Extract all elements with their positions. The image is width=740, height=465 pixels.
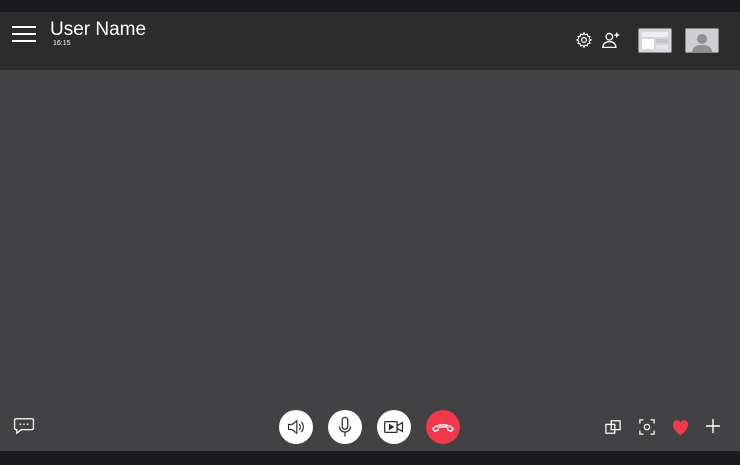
settings-button[interactable] — [573, 29, 595, 51]
screen-share-preview-icon — [639, 29, 671, 52]
screenshot-capture-icon — [639, 419, 655, 435]
more-options-button[interactable] — [703, 416, 723, 436]
phone-hangup-icon — [432, 424, 454, 432]
favorite-button[interactable] — [669, 417, 691, 437]
speaker-button[interactable] — [279, 410, 313, 444]
video-camera-icon — [384, 421, 404, 433]
speaker-icon — [287, 419, 304, 435]
menu-button[interactable] — [11, 23, 37, 45]
end-call-button[interactable] — [426, 410, 460, 444]
top-frame-bar — [0, 0, 740, 12]
screenshot-button[interactable] — [637, 417, 657, 437]
plus-icon — [706, 419, 720, 433]
add-participant-button[interactable] — [600, 29, 622, 51]
microphone-icon — [338, 416, 352, 437]
caller-name: User Name — [50, 19, 147, 40]
chat-button[interactable] — [12, 416, 36, 436]
main-video-area — [0, 70, 740, 451]
picture-in-picture-icon — [605, 420, 621, 434]
picture-in-picture-button[interactable] — [603, 417, 623, 437]
heart-icon — [672, 419, 688, 435]
call-time: 16:15 — [53, 40, 71, 47]
add-user-icon — [602, 32, 620, 49]
microphone-button[interactable] — [328, 410, 362, 444]
gear-icon — [575, 31, 593, 49]
self-view-thumbnail[interactable] — [685, 28, 719, 53]
hamburger-menu-icon — [12, 26, 36, 42]
call-header: User Name 16:15 — [0, 12, 740, 70]
screen-share-thumbnail[interactable] — [638, 28, 672, 53]
bottom-frame-bar — [0, 451, 740, 465]
avatar-placeholder-icon — [686, 29, 718, 52]
chat-bubble-icon — [13, 418, 35, 435]
camera-button[interactable] — [377, 410, 411, 444]
